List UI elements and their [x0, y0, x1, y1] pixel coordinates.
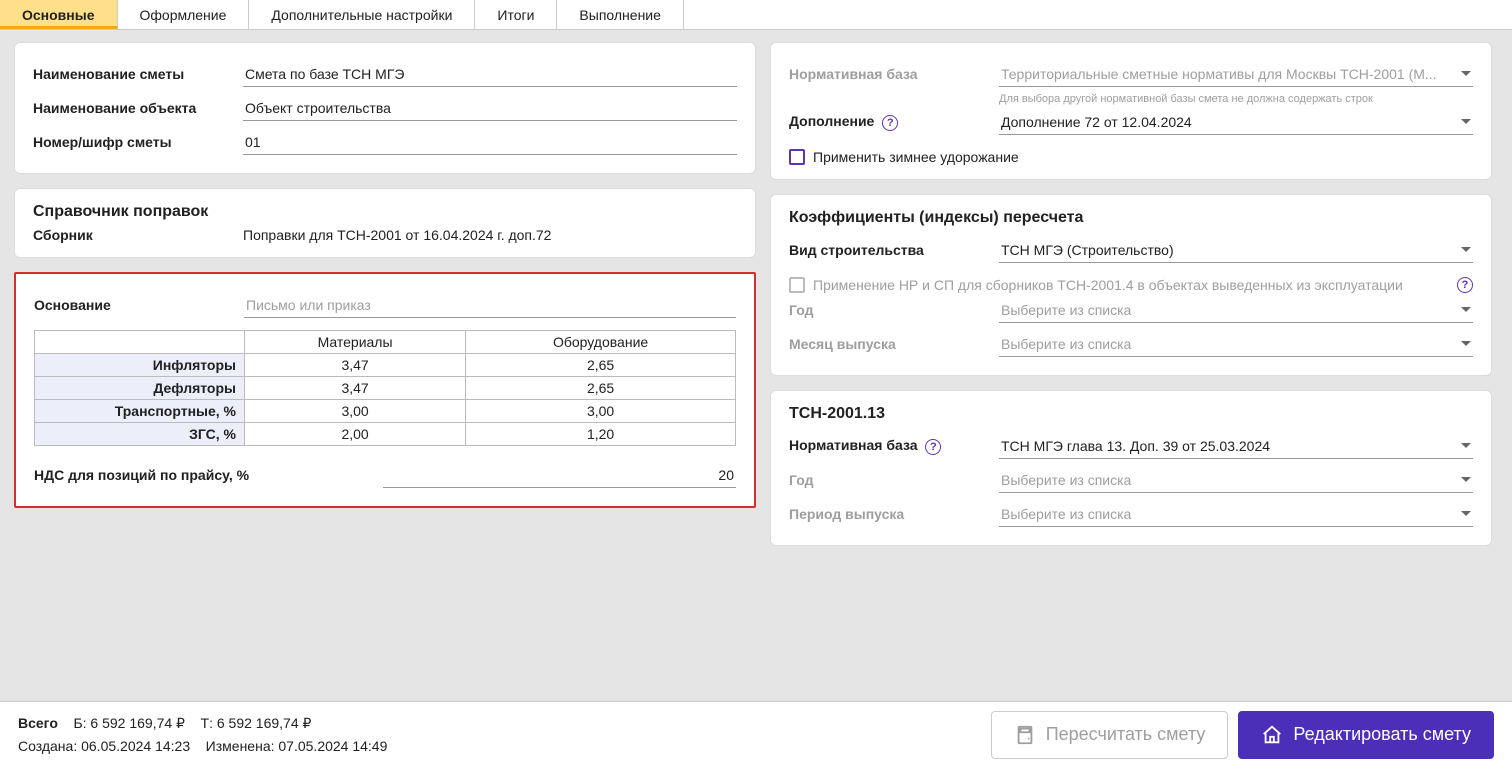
tab-additional[interactable]: Дополнительные настройки [249, 0, 475, 29]
tab-main[interactable]: Основные [0, 0, 118, 29]
norm-add-select[interactable]: Дополнение 72 от 12.04.2024 [999, 110, 1473, 135]
created-label: Создана: [18, 738, 77, 754]
table-row: ЗГС, % 2,00 1,20 [35, 423, 736, 446]
modified-label: Изменена: [206, 738, 275, 754]
estimate-name-input[interactable]: Смета по базе ТСН МГЭ [243, 62, 737, 87]
nrsp-checkbox [789, 277, 805, 293]
chevron-down-icon [1461, 511, 1471, 516]
card-corrections: Справочник поправок Сборник Поправки для… [14, 188, 756, 258]
tab-totals[interactable]: Итоги [475, 0, 557, 29]
tsn13-year-select[interactable]: Выберите из списка [999, 468, 1473, 493]
cell[interactable]: 1,20 [466, 423, 736, 446]
table-row: Транспортные, % 3,00 3,00 [35, 400, 736, 423]
table-row: Инфляторы 3,47 2,65 [35, 354, 736, 377]
coef-month-label: Месяц выпуска [789, 336, 999, 352]
corrections-sub-label: Сборник [33, 227, 243, 243]
card-coefficients: Коэффициенты (индексы) пересчета Вид стр… [770, 194, 1492, 376]
estimate-number-label: Номер/шифр сметы [33, 134, 243, 150]
cell[interactable]: 3,47 [245, 354, 466, 377]
cell[interactable]: 2,65 [466, 354, 736, 377]
winter-checkbox[interactable] [789, 149, 805, 165]
coef-year-select[interactable]: Выберите из списка [999, 298, 1473, 323]
cell[interactable]: 2,00 [245, 423, 466, 446]
norm-base-select[interactable]: Территориальные сметные нормативы для Мо… [999, 62, 1473, 87]
cell[interactable]: 3,00 [466, 400, 736, 423]
chevron-down-icon [1461, 477, 1471, 482]
recalc-button[interactable]: Пересчитать смету [991, 711, 1229, 759]
help-icon[interactable]: ? [882, 115, 898, 131]
chevron-down-icon [1461, 119, 1471, 124]
tab-design[interactable]: Оформление [118, 0, 250, 29]
chevron-down-icon [1461, 307, 1471, 312]
object-name-input[interactable]: Объект строительства [243, 96, 737, 121]
tsn13-base-label: Нормативная база ? [789, 437, 999, 455]
cell[interactable]: 3,00 [245, 400, 466, 423]
total-b: Б: 6 592 169,74 ₽ [73, 715, 185, 731]
edit-button[interactable]: Редактировать смету [1238, 711, 1494, 759]
card-tsn13: ТСН-2001.13 Нормативная база ? ТСН МГЭ г… [770, 390, 1492, 546]
estimate-name-label: Наименование сметы [33, 66, 243, 82]
norm-add-label: Дополнение ? [789, 113, 999, 131]
chevron-down-icon [1461, 443, 1471, 448]
chevron-down-icon [1461, 247, 1471, 252]
vat-label: НДС для позиций по прайсу, % [34, 467, 383, 483]
estimate-number-input[interactable]: 01 [243, 130, 737, 155]
coef-type-label: Вид строительства [789, 242, 999, 258]
total-label: Всего [18, 715, 58, 731]
corrections-sub-value: Поправки для ТСН-2001 от 16.04.2024 г. д… [243, 227, 551, 243]
tab-execution[interactable]: Выполнение [557, 0, 683, 29]
cell[interactable]: 3,47 [245, 377, 466, 400]
cell[interactable]: 2,65 [466, 377, 736, 400]
tsn13-base-select[interactable]: ТСН МГЭ глава 13. Доп. 39 от 25.03.2024 [999, 434, 1473, 459]
chevron-down-icon [1461, 71, 1471, 76]
coef-title: Коэффициенты (индексы) пересчета [789, 209, 1473, 227]
table-row: Дефляторы 3,47 2,65 [35, 377, 736, 400]
chevron-down-icon [1461, 341, 1471, 346]
norm-base-label: Нормативная база [789, 66, 999, 82]
modified-value: 07.05.2024 14:49 [278, 738, 387, 754]
norm-base-hint: Для выбора другой нормативной базы смета… [999, 93, 1473, 105]
table-header: Оборудование [466, 331, 736, 354]
created-value: 06.05.2024 14:23 [81, 738, 190, 754]
winter-label: Применить зимнее удорожание [813, 149, 1019, 165]
tabs-container: Основные Оформление Дополнительные настр… [0, 0, 1512, 30]
basis-label: Основание [34, 297, 244, 313]
basis-table: Материалы Оборудование Инфляторы 3,47 2,… [34, 330, 736, 446]
tsn13-title: ТСН-2001.13 [789, 405, 1473, 423]
footer: Всего Б: 6 592 169,74 ₽ Т: 6 592 169,74 … [0, 701, 1512, 767]
tsn13-year-label: Год [789, 472, 999, 488]
house-edit-icon [1261, 724, 1283, 746]
card-estimate-info: Наименование сметы Смета по базе ТСН МГЭ… [14, 42, 756, 174]
tsn13-period-label: Период выпуска [789, 506, 999, 522]
table-header: Материалы [245, 331, 466, 354]
help-icon[interactable]: ? [1457, 277, 1473, 293]
coef-type-select[interactable]: ТСН МГЭ (Строительство) [999, 238, 1473, 263]
total-t: Т: 6 592 169,74 ₽ [201, 715, 312, 731]
corrections-title: Справочник поправок [33, 203, 737, 221]
card-normative: Нормативная база Территориальные сметные… [770, 42, 1492, 180]
calculator-icon [1014, 724, 1036, 746]
basis-input[interactable]: Письмо или приказ [244, 293, 736, 318]
coef-year-label: Год [789, 302, 999, 318]
nrsp-label: Применение НР и СП для сборников ТСН-200… [813, 277, 1445, 293]
vat-input[interactable]: 20 [383, 463, 736, 488]
help-icon[interactable]: ? [925, 439, 941, 455]
tsn13-period-select[interactable]: Выберите из списка [999, 502, 1473, 527]
card-basis: Основание Письмо или приказ Материалы Об… [14, 272, 756, 508]
coef-month-select[interactable]: Выберите из списка [999, 332, 1473, 357]
object-name-label: Наименование объекта [33, 100, 243, 116]
